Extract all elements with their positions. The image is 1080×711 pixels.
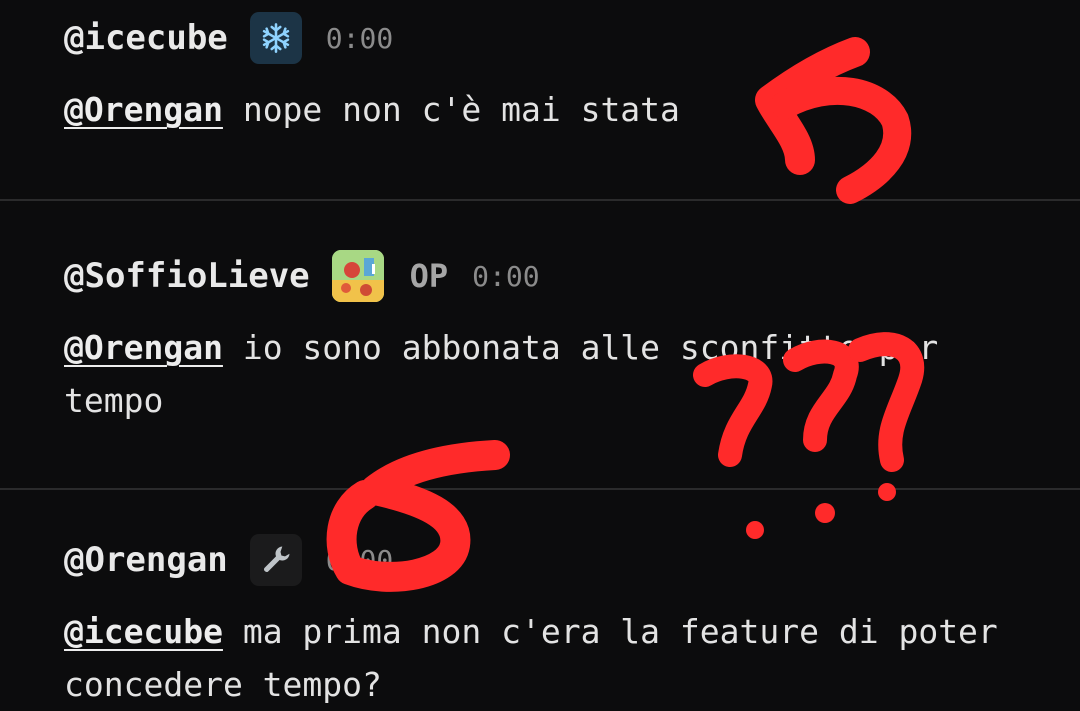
mention-link[interactable]: @Orengan (64, 90, 223, 129)
comment-icecube: @icecube 0:00 @Orengan nope non c'è mai … (64, 12, 1080, 136)
divider (0, 488, 1080, 490)
timestamp: 0:00 (325, 543, 394, 577)
comment-meta: @Orengan 0:00 (64, 534, 1080, 586)
username[interactable]: @SoffioLieve (64, 256, 310, 296)
comment-meta: @SoffioLieve OP 0:00 (64, 250, 1080, 302)
username[interactable]: @icecube (64, 18, 228, 58)
comment-text: nope non c'è mai stata (222, 90, 680, 129)
username[interactable]: @Orengan (64, 540, 228, 580)
comment-orengan: @Orengan 0:00 @icecube ma prima non c'er… (64, 534, 1080, 711)
divider (0, 199, 1080, 201)
timestamp: 0:00 (325, 21, 394, 55)
wrench-icon (249, 534, 302, 586)
comment-body: @Orengan io sono abbonata alle sconfitte… (64, 321, 1004, 427)
snowflake-icon (249, 12, 302, 64)
comment-body: @Orengan nope non c'è mai stata (64, 83, 1004, 136)
comment-meta: @icecube 0:00 (64, 12, 1080, 64)
mention-link[interactable]: @Orengan (64, 328, 223, 367)
comment-body: @icecube ma prima non c'era la feature d… (64, 605, 1004, 711)
avatar[interactable] (331, 250, 384, 302)
op-badge: OP (409, 257, 449, 295)
mention-link[interactable]: @icecube (64, 612, 223, 651)
timestamp: 0:00 (472, 259, 540, 293)
comment-soffiolieve: @SoffioLieve OP 0:00 @Orengan io sono ab… (64, 250, 1080, 427)
